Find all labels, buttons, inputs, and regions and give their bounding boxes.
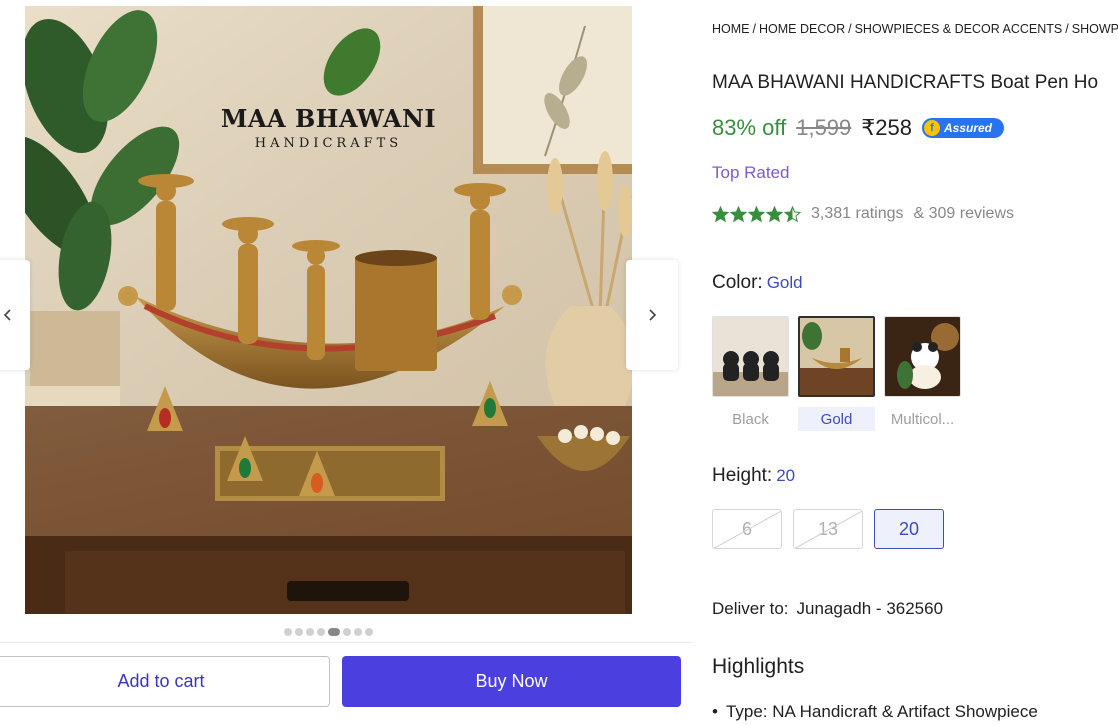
- selected-height: 20: [776, 466, 796, 485]
- highlights-title: Highlights: [712, 655, 805, 678]
- assured-icon: f: [923, 120, 940, 136]
- pagination-dot[interactable]: [294, 628, 303, 636]
- color-label-text: Color:: [712, 272, 763, 293]
- breadcrumb-showp[interactable]: SHOWP: [1072, 22, 1118, 36]
- add-to-cart-button[interactable]: Add to cart: [0, 656, 330, 707]
- deliver-to-label: Deliver to:: [712, 599, 789, 618]
- product-main-image[interactable]: MAA BHAWANI HANDICRAFTS: [25, 6, 632, 614]
- product-title: MAA BHAWANI HANDICRAFTS Boat Pen Ho: [712, 72, 1099, 93]
- pagination-dot[interactable]: [316, 628, 325, 636]
- reviews-count: & 309 reviews: [913, 205, 1015, 222]
- height-label-text: Height:: [712, 465, 773, 486]
- buy-now-button[interactable]: Buy Now: [342, 656, 681, 707]
- top-rated-badge: Top Rated: [712, 163, 790, 182]
- pagination-dot[interactable]: [305, 628, 314, 636]
- pagination-dot[interactable]: [353, 628, 362, 636]
- product-gallery: MAA BHAWANI HANDICRAFTS Add to cart Buy …: [0, 0, 692, 725]
- color-option-multicolor[interactable]: Multicol...: [884, 316, 961, 431]
- height-option-20[interactable]: 20: [874, 509, 944, 549]
- swatch-image: [884, 316, 961, 397]
- color-label: Color: Gold: [712, 272, 803, 294]
- breadcrumb-home-decor[interactable]: HOME DECOR: [759, 22, 845, 36]
- delivery-location[interactable]: Deliver to: Junagadh - 362560: [712, 599, 943, 619]
- breadcrumb: HOME / HOME DECOR / SHOWPIECES & DECOR ACCEN…: [712, 22, 1118, 36]
- swatch-image: [798, 316, 875, 397]
- pagination-dot[interactable]: [283, 628, 292, 636]
- star-icon: [766, 205, 783, 222]
- image-pagination-dots: [0, 628, 656, 636]
- color-swatches: Black Gold Multicol...: [712, 316, 961, 431]
- assured-badge: f Assured: [921, 118, 1004, 138]
- product-details: HOME / HOME DECOR / SHOWPIECES & DECOR ACCEN…: [712, 0, 1118, 725]
- pagination-dot[interactable]: [327, 628, 340, 636]
- breadcrumb-showpieces[interactable]: SHOWPIECES & DECOR ACCENTS: [855, 22, 1063, 36]
- pagination-dot[interactable]: [364, 628, 373, 636]
- swatch-image: [712, 316, 789, 397]
- ratings-count: 3,381 ratings: [811, 205, 904, 222]
- highlight-text: Type: NA Handicraft & Artifact Showpiece: [725, 702, 1038, 721]
- product-photo: [25, 6, 632, 614]
- height-label: Height: 20: [712, 465, 795, 487]
- divider: [0, 642, 692, 643]
- chevron-left-icon: [3, 309, 11, 321]
- brand-logo-name: MAA BHAWANI: [220, 104, 437, 133]
- brand-logo-subtitle: HANDICRAFTS: [254, 136, 403, 151]
- color-option-black[interactable]: Black: [712, 316, 789, 431]
- price-row: 83% off 1,599 ₹258 f Assured: [712, 115, 1004, 141]
- next-image-button[interactable]: [626, 260, 678, 370]
- rating-row[interactable]: 3,381 ratings & 309 reviews: [712, 205, 1014, 223]
- breadcrumb-home[interactable]: HOME: [712, 22, 750, 36]
- star-icon: [748, 205, 765, 222]
- pagination-dot[interactable]: [342, 628, 351, 636]
- selected-color: Gold: [766, 273, 803, 292]
- delivery-pincode: Junagadh - 362560: [796, 599, 944, 618]
- swatch-label: Gold: [798, 407, 875, 431]
- height-options: 6 13 20: [712, 509, 944, 549]
- star-icon: [784, 205, 801, 222]
- previous-image-button[interactable]: [0, 260, 30, 370]
- discount-percent: 83% off: [712, 115, 787, 140]
- star-icon: [730, 205, 747, 222]
- height-option-13[interactable]: 13: [793, 509, 863, 549]
- color-option-gold[interactable]: Gold: [798, 316, 875, 431]
- star-rating: [712, 205, 801, 223]
- assured-label: Assured: [943, 121, 993, 135]
- bullet-icon: •: [712, 702, 718, 721]
- star-icon: [712, 205, 729, 222]
- height-option-6[interactable]: 6: [712, 509, 782, 549]
- selling-price: ₹258: [861, 115, 912, 140]
- highlight-item: • Type: NA Handicraft & Artifact Showpiec…: [712, 702, 1038, 722]
- chevron-right-icon: [649, 309, 657, 321]
- swatch-label: Black: [732, 410, 769, 428]
- original-price: 1,599: [796, 115, 852, 140]
- swatch-label: Multicol...: [890, 410, 955, 428]
